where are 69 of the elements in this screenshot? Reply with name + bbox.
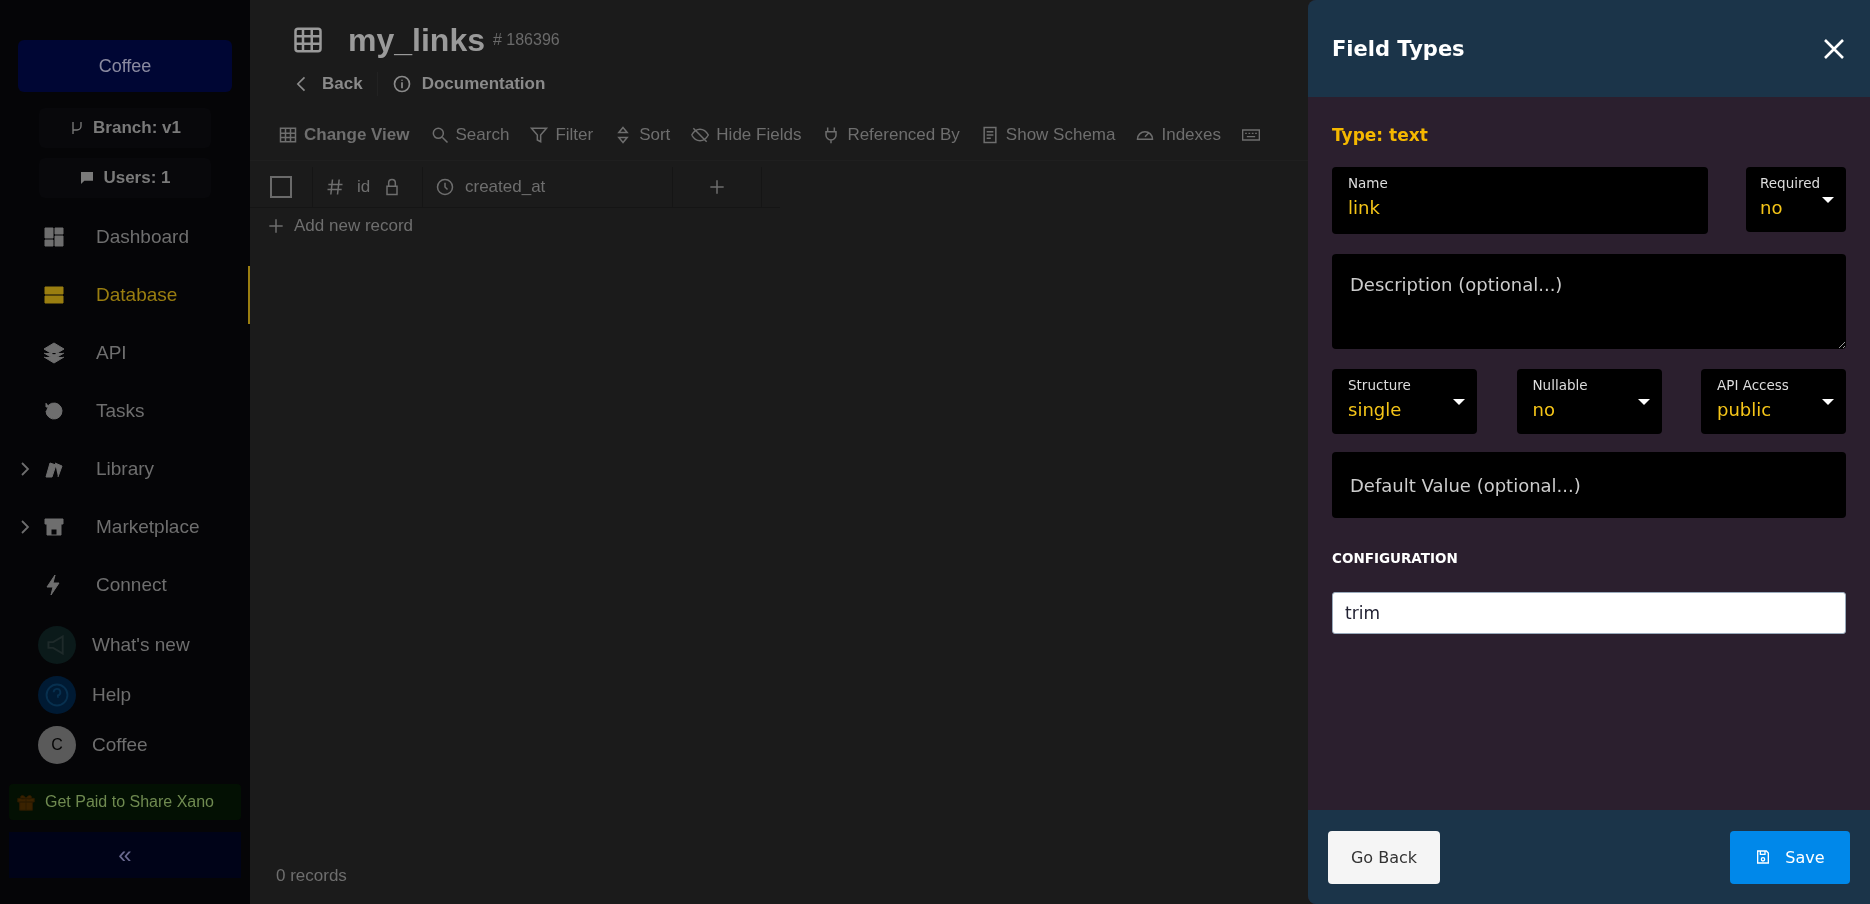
toolbar-button[interactable]: Hide Fields [690, 125, 802, 145]
field-type-label: Type: text [1332, 125, 1429, 145]
select-field[interactable]: Structure single [1332, 369, 1477, 434]
checkbox[interactable] [270, 176, 292, 198]
hash-icon [325, 177, 345, 197]
table-icon [292, 25, 324, 55]
toolbar-button[interactable]: Show Schema [979, 125, 1116, 145]
nav-item[interactable]: Connect [0, 556, 250, 614]
close-button[interactable] [1822, 36, 1846, 61]
caret-icon [1822, 399, 1834, 405]
collapse-button[interactable]: « [9, 832, 241, 878]
sidebar-link[interactable]: Help [0, 670, 250, 720]
sidebar-link[interactable]: What's new [0, 620, 250, 670]
toolbar-button[interactable]: Search [429, 125, 510, 145]
grid-icon [278, 125, 298, 145]
close-icon [1822, 36, 1846, 61]
dashboard-icon [42, 225, 66, 249]
default-value-field[interactable]: Default Value (optional...) [1332, 452, 1846, 518]
column-header[interactable]: created_at [465, 177, 546, 197]
configuration-field[interactable]: trim [1332, 592, 1846, 634]
record-count: 0 records [275, 866, 348, 886]
filter-icon [529, 125, 550, 145]
save-button[interactable]: Save [1730, 830, 1850, 884]
help-icon [38, 676, 76, 714]
avatar: C [38, 726, 76, 764]
info-icon [391, 74, 412, 94]
chat-icon [79, 170, 96, 186]
section-heading: CONFIGURATION [1332, 550, 1459, 566]
sidebar-link[interactable]: C Coffee [0, 720, 250, 770]
add-column-icon[interactable] [707, 177, 727, 197]
caret-icon [1453, 399, 1465, 405]
documentation-link[interactable]: Documentation [391, 74, 546, 94]
branch-button[interactable]: Branch: v1 [39, 108, 211, 148]
eye-off-icon [690, 125, 711, 145]
chevron-right-icon [20, 519, 30, 535]
nav-item[interactable]: Dashboard [0, 208, 250, 266]
select-field[interactable]: API Access public [1701, 369, 1846, 434]
workspace-button[interactable]: Coffee [18, 40, 232, 92]
chevron-right-icon [20, 461, 30, 477]
nav-item[interactable]: API [0, 324, 250, 382]
caret-icon [1822, 197, 1834, 203]
toolbar-button[interactable]: Change View [278, 125, 410, 145]
toolbar-button[interactable]: Filter [529, 125, 594, 145]
toolbar-button[interactable]: Indexes [1135, 125, 1221, 145]
select-field[interactable]: Nullable no [1516, 369, 1662, 434]
nav-item[interactable]: Library [0, 440, 250, 498]
nav-item[interactable]: Tasks [0, 382, 250, 440]
megaphone-icon [38, 626, 76, 664]
caret-icon [1637, 399, 1650, 405]
drawer-title: Field Types [1332, 36, 1465, 61]
column-header[interactable]: id [357, 177, 371, 197]
required-select[interactable]: Required no [1746, 167, 1846, 232]
database-icon [42, 283, 66, 307]
users-button[interactable]: Users: 1 [39, 158, 211, 198]
table-title: my_links [348, 21, 485, 59]
nav-item[interactable]: Marketplace [0, 498, 250, 556]
go-back-button[interactable]: Go Back [1328, 830, 1440, 884]
toolbar-button[interactable]: Referenced By [821, 125, 960, 145]
layers-icon [42, 341, 66, 365]
description-field[interactable]: Description (optional...) [1332, 254, 1846, 349]
store-icon [42, 515, 66, 539]
add-record-link[interactable]: Add new record [250, 216, 1308, 236]
toolbar-button[interactable]: Sort [613, 125, 671, 145]
table-id: # 186396 [492, 31, 560, 49]
name-field[interactable]: Name link [1332, 167, 1708, 234]
plus-icon [266, 216, 286, 236]
back-link[interactable]: Back [292, 74, 363, 94]
clock-icon [435, 177, 455, 197]
promo-button[interactable]: Get Paid to Share Xano [9, 784, 241, 820]
